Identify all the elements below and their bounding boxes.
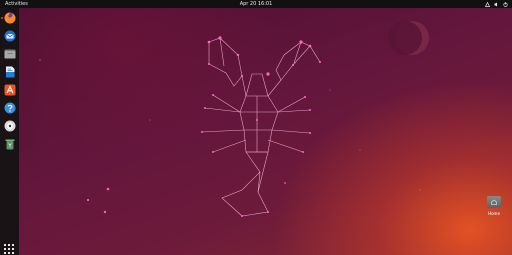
dock-help[interactable] <box>3 101 16 114</box>
clock[interactable]: Apr 20 16:01 <box>0 0 512 8</box>
top-bar: Activities Apr 20 16:01 <box>0 0 512 8</box>
dock <box>0 8 19 255</box>
libreoffice-writer-icon <box>5 66 14 77</box>
dock-disc[interactable] <box>3 119 16 132</box>
system-tray[interactable] <box>485 0 508 8</box>
wallpaper-lobster-constellation <box>39 21 429 217</box>
dock-ubuntu-software[interactable] <box>3 83 16 96</box>
power-icon <box>503 1 508 7</box>
dock-trash[interactable] <box>3 137 16 150</box>
volume-icon <box>494 2 499 7</box>
firefox-icon <box>4 12 16 23</box>
disc-icon <box>4 120 15 131</box>
dock-files[interactable] <box>3 47 16 60</box>
grid-icon <box>4 244 14 254</box>
home-folder-icon <box>487 196 501 208</box>
dock-thunderbird[interactable] <box>3 29 16 42</box>
dock-firefox[interactable] <box>3 11 16 24</box>
show-applications-button[interactable] <box>4 239 14 254</box>
desktop-home-folder[interactable]: Home <box>483 196 505 220</box>
help-icon <box>4 102 15 113</box>
home-folder-label: Home <box>488 211 500 216</box>
ubuntu-software-icon <box>4 84 15 95</box>
network-icon <box>485 1 490 7</box>
dock-libreoffice-writer[interactable] <box>3 65 16 78</box>
thunderbird-icon <box>4 30 15 41</box>
files-icon <box>4 49 15 58</box>
trash-icon <box>5 139 14 149</box>
desktop-background: Activities Apr 20 16:01 Home <box>0 0 512 255</box>
